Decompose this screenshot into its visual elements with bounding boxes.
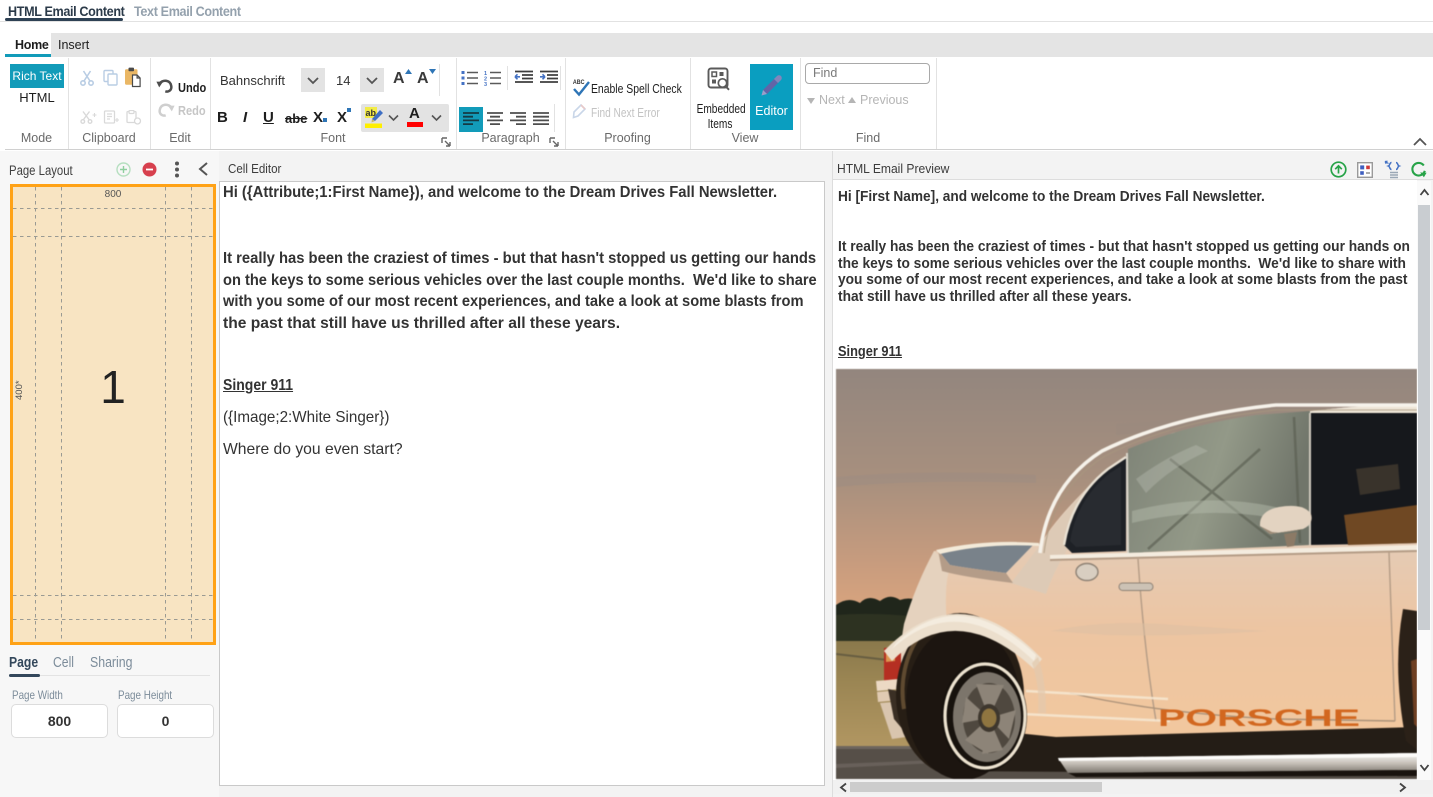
- svg-text:PORSCHE: PORSCHE: [1158, 705, 1360, 732]
- svg-text:ABC: ABC: [573, 80, 585, 86]
- svg-text:3: 3: [484, 82, 487, 86]
